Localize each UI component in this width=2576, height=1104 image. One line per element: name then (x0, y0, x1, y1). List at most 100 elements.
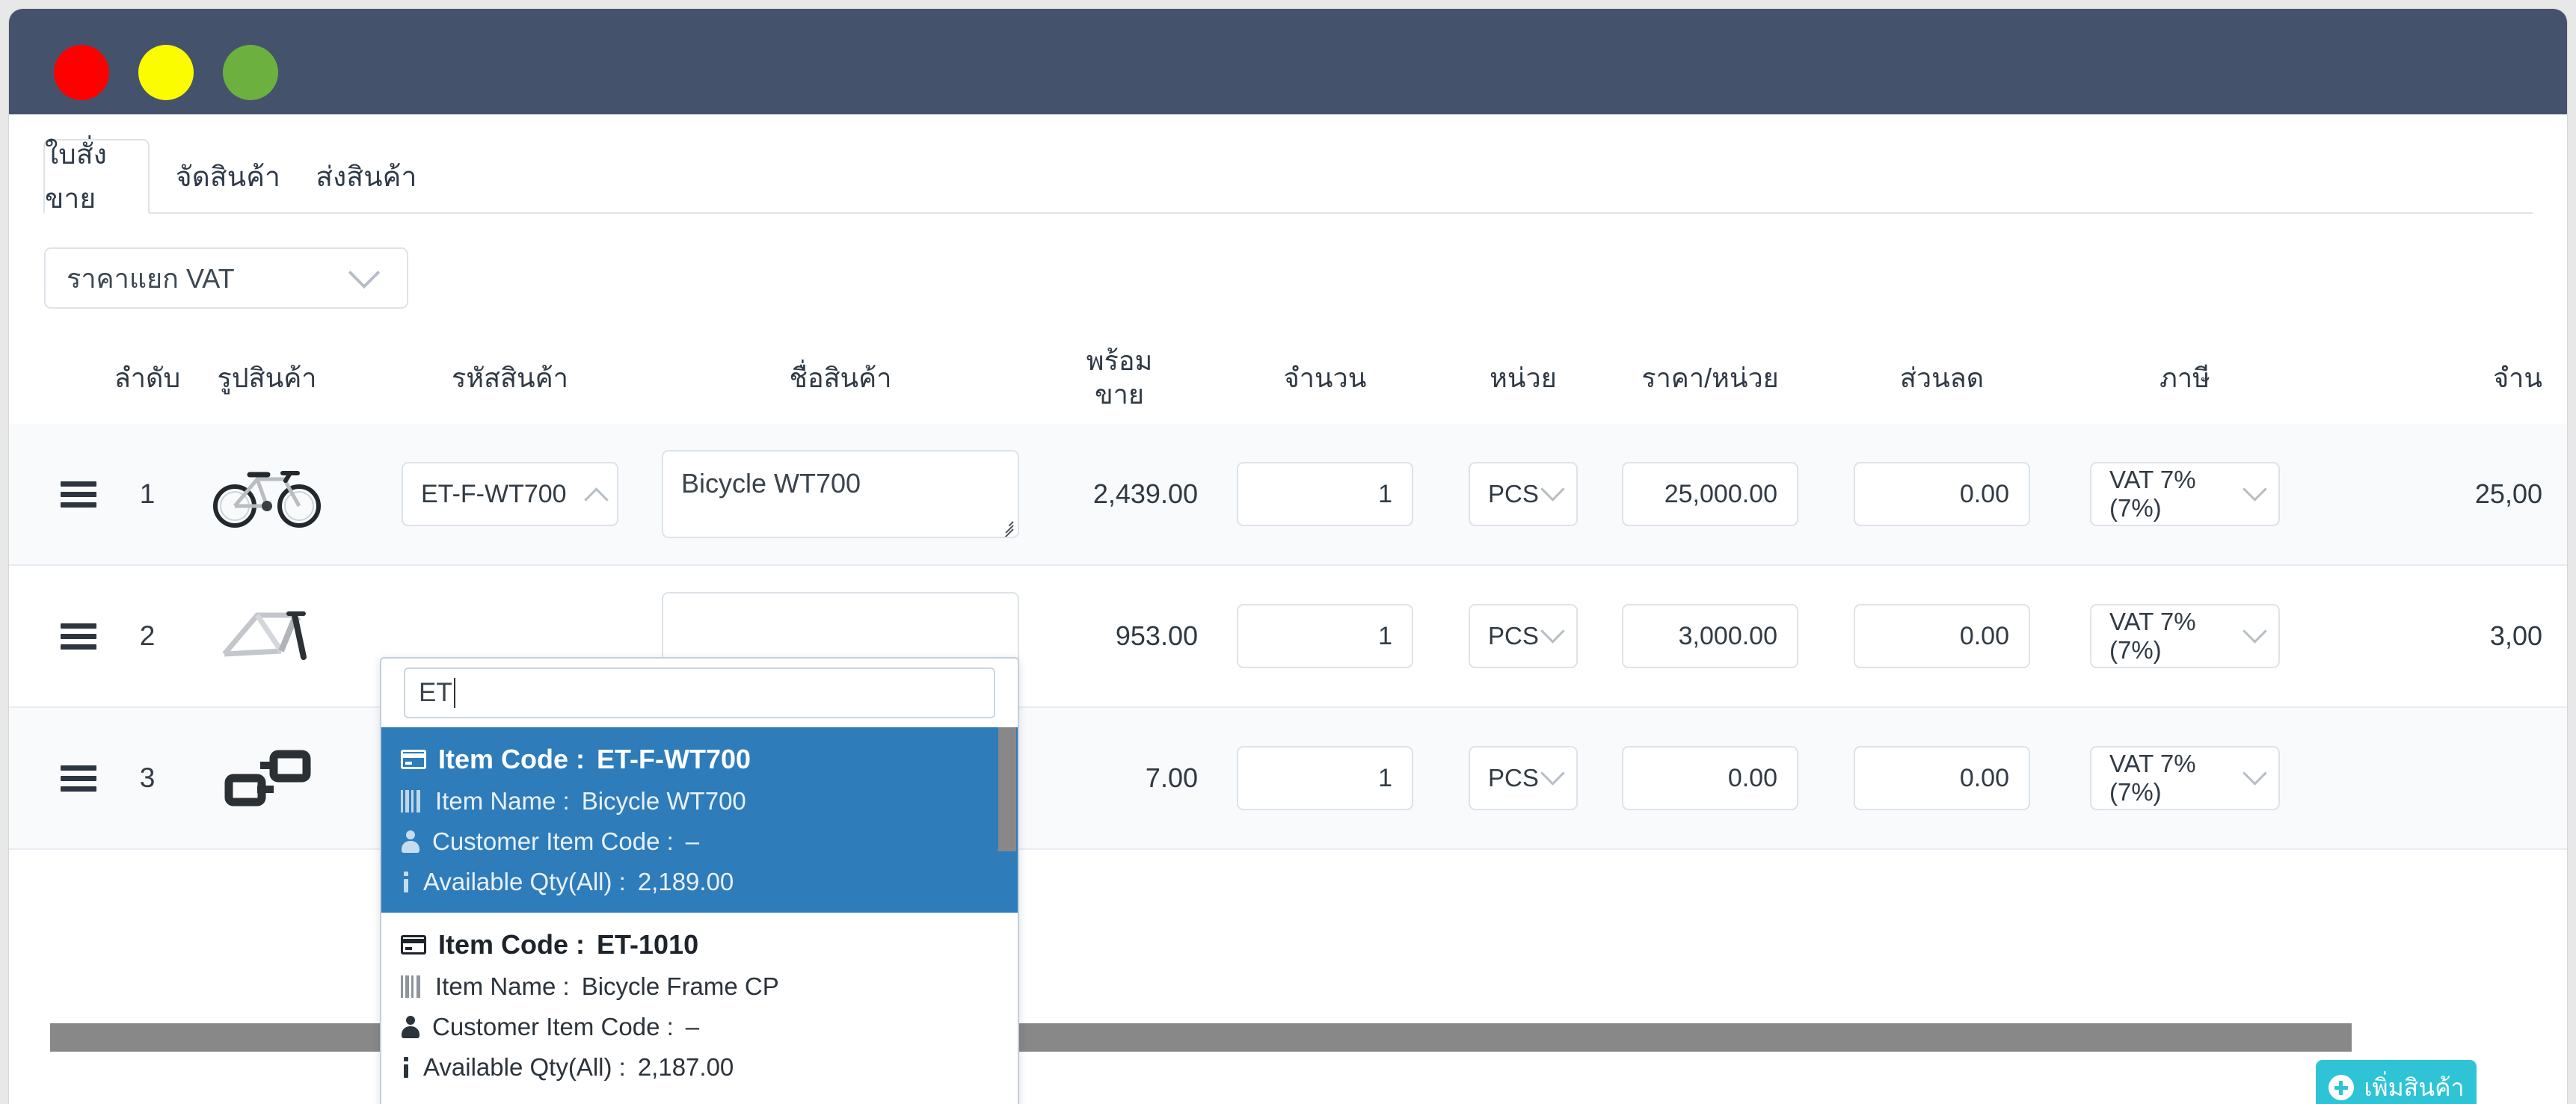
option-available-qty-label: Available Qty(All) : (423, 868, 626, 895)
ready-qty-value: 7.00 (1145, 762, 1198, 793)
app-surface: ใบสั่งขาย จัดสินค้า ส่งสินค้า ราคาแยก VA… (9, 114, 2567, 1104)
dropdown-option[interactable]: Item Code : ET-F-WT700 Item Name : Bicyc… (381, 727, 1018, 913)
chevron-down-icon (348, 256, 381, 289)
option-customer-code-value: – (685, 1013, 700, 1040)
vat-value: VAT 7%(7%) (2109, 750, 2196, 806)
qty-input[interactable]: 1 (1237, 604, 1413, 668)
col-header-code: รหัสสินค้า (452, 362, 568, 393)
unit-cell: PCS (1460, 424, 1587, 564)
bicycle-frame-icon (196, 566, 338, 706)
text-cursor-icon (453, 678, 455, 708)
col-header-discount: ส่วนลด (1899, 362, 1985, 393)
row-drag-handle[interactable] (51, 566, 106, 706)
unit-select[interactable]: PCS (1469, 604, 1578, 668)
unit-value: PCS (1488, 480, 1539, 508)
chevron-up-icon (584, 487, 609, 512)
vat-select[interactable]: VAT 7%(7%) (2090, 462, 2280, 526)
item-code-value: ET-F-WT700 (421, 479, 567, 508)
discount-cell: 0.00 (1845, 566, 2039, 706)
vat-select[interactable]: VAT 7%(7%) (2090, 746, 2280, 810)
card-icon (401, 935, 426, 955)
table-header-row: ลำดับ รูปสินค้า รหัสสินค้า ชื่อสินค้า พร… (9, 331, 2567, 425)
row-drag-handle[interactable] (51, 424, 106, 564)
amount-value: 25,00 (2474, 478, 2542, 509)
barcode-icon (401, 975, 423, 998)
ready-qty-value: 953.00 (1115, 620, 1198, 651)
hamburger-icon (61, 476, 96, 513)
price-mode-select[interactable]: ราคาแยก VAT (44, 247, 408, 309)
tab-pick-goods[interactable]: จัดสินค้า (168, 139, 288, 214)
col-header-qty: จำนวน (1283, 362, 1367, 393)
tab-sales-order[interactable]: ใบสั่งขาย (43, 139, 150, 214)
resize-handle-icon[interactable] (995, 515, 1015, 537)
price-cell: 25,000.00 (1613, 424, 1807, 564)
option-available-qty-label: Available Qty(All) : (423, 1053, 626, 1081)
row-seq: 2 (139, 620, 156, 651)
option-item-code-label: Item Code : (438, 744, 585, 774)
vat-cell: VAT 7%(7%) (2077, 708, 2293, 848)
discount-input[interactable]: 0.00 (1854, 462, 2030, 526)
amount-value (2364, 708, 2542, 848)
price-input[interactable]: 25,000.00 (1622, 462, 1798, 526)
vat-cell: VAT 7%(7%) (2077, 566, 2293, 706)
dropdown-option[interactable]: Item Code : ET-1010 Item Name : Bicycle … (381, 913, 1018, 1098)
item-name-textarea[interactable]: Bicycle WT700 (662, 450, 1019, 538)
unit-select[interactable]: PCS (1469, 462, 1578, 526)
item-code-select-button[interactable]: ET-F-WT700 (402, 462, 618, 526)
col-header-seq: ลำดับ (114, 362, 181, 393)
chevron-down-icon (2243, 760, 2267, 786)
option-item-code-line: Item Code : ET-1010 (401, 929, 1018, 960)
qty-input[interactable]: 1 (1237, 746, 1413, 810)
window-close-button[interactable] (54, 45, 109, 100)
info-icon (401, 871, 411, 893)
col-header-name: ชื่อสินค้า (789, 362, 892, 393)
unit-cell: PCS (1460, 566, 1587, 706)
person-icon (401, 1016, 420, 1038)
unit-select[interactable]: PCS (1469, 746, 1578, 810)
dropdown-option-list[interactable]: Item Code : ET-F-WT700 Item Name : Bicyc… (381, 727, 1018, 1104)
discount-input[interactable]: 0.00 (1854, 604, 2030, 668)
chevron-down-icon (1540, 476, 1565, 502)
option-customer-code-label: Customer Item Code : (432, 1013, 674, 1040)
option-item-name-line: Item Name : Bicycle Frame CP (401, 972, 1018, 1001)
ready-qty-value: 2,439.00 (1092, 478, 1198, 509)
discount-input[interactable]: 0.00 (1854, 746, 2030, 810)
unit-value: PCS (1488, 622, 1539, 650)
hamburger-icon (61, 760, 96, 797)
tab-label: จัดสินค้า (175, 161, 281, 192)
col-header-vat: ภาษี (2160, 362, 2210, 393)
option-available-qty-value: 2,187.00 (637, 1053, 734, 1081)
price-cell: 3,000.00 (1613, 566, 1807, 706)
item-code-select[interactable]: ET-F-WT700 (375, 424, 645, 564)
price-mode-value: ราคาแยก VAT (67, 262, 235, 294)
window-minimize-button[interactable] (138, 45, 194, 100)
vat-select[interactable]: VAT 7%(7%) (2090, 604, 2280, 668)
tab-label: ใบสั่งขาย (45, 139, 108, 214)
unit-value: PCS (1488, 764, 1539, 792)
row-drag-handle[interactable] (51, 708, 106, 848)
dropdown-search-value: ET (419, 678, 452, 707)
price-input[interactable]: 3,000.00 (1622, 604, 1798, 668)
add-product-button[interactable]: เพิ่มสินค้า (2316, 1060, 2477, 1104)
option-item-code-label: Item Code : (438, 929, 585, 960)
bicycle-icon (196, 424, 338, 564)
dropdown-scrollbar-thumb[interactable] (998, 727, 1016, 851)
tab-deliver-goods[interactable]: ส่งสินค้า (307, 139, 426, 214)
dropdown-search-input[interactable]: ET (404, 667, 995, 718)
col-header-unit: หน่วย (1490, 362, 1557, 393)
qty-cell: 1 (1224, 566, 1426, 706)
window-titlebar (9, 9, 2567, 114)
price-input[interactable]: 0.00 (1622, 746, 1798, 810)
item-name-value: Bicycle WT700 (681, 468, 861, 499)
unit-cell: PCS (1460, 708, 1587, 848)
qty-cell: 1 (1224, 708, 1426, 848)
item-name-cell: Bicycle WT700 (661, 424, 1020, 564)
chevron-down-icon (1540, 760, 1565, 786)
col-header-image: รูปสินค้า (217, 362, 317, 393)
vat-value: VAT 7%(7%) (2109, 466, 2196, 522)
option-available-qty-value: 2,189.00 (637, 868, 734, 895)
option-item-name-value: Bicycle WT700 (581, 787, 746, 815)
option-available-qty-line: Available Qty(All) : 2,187.00 (401, 1053, 1018, 1082)
qty-input[interactable]: 1 (1237, 462, 1413, 526)
window-maximize-button[interactable] (223, 45, 278, 100)
